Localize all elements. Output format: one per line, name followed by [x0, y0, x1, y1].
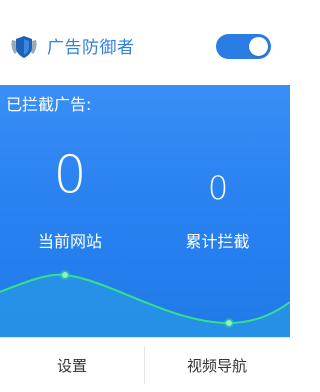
ad-block-toggle[interactable]: [216, 34, 271, 59]
footer: 设置 视频导航: [0, 337, 290, 392]
video-nav-button[interactable]: 视频导航: [145, 338, 289, 392]
wave-decoration: [0, 270, 290, 337]
header: 广告防御者: [0, 0, 290, 85]
settings-button[interactable]: 设置: [0, 338, 144, 392]
wave-fill: [0, 274, 290, 337]
shield-icon: [11, 36, 37, 58]
app-title: 广告防御者: [47, 38, 135, 58]
toggle-knob: [249, 37, 268, 56]
stats-panel: 已拦截广告: 0 当前网站 0 累计拦截: [0, 85, 290, 337]
